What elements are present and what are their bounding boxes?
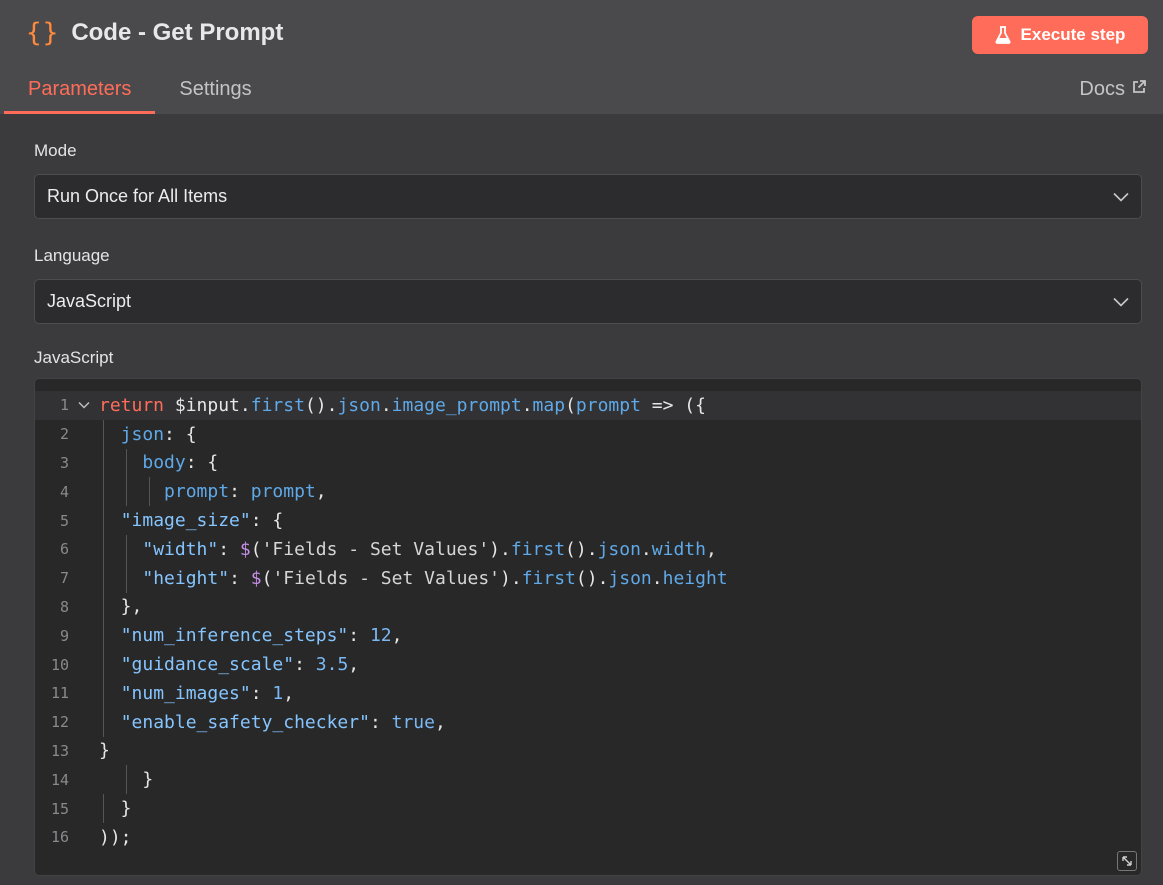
code-text: "num_inference_steps": 12, <box>120 625 403 647</box>
code-text: "image_size": { <box>120 510 284 532</box>
code-line[interactable]: 5 "image_size": { <box>35 506 1141 535</box>
code-line[interactable]: 7 "height": $('Fields - Set Values').fir… <box>35 563 1141 593</box>
code-text: "width": $('Fields - Set Values').first(… <box>142 538 717 560</box>
code-line[interactable]: 2 json: { <box>35 419 1141 449</box>
line-number: 10 <box>50 655 69 674</box>
execute-step-button[interactable]: Execute step <box>972 16 1148 54</box>
indent-guide <box>125 765 127 795</box>
tab-settings[interactable]: Settings <box>155 64 275 114</box>
indent-guide <box>148 477 150 507</box>
code-text: }, <box>99 596 143 618</box>
code-text: )); <box>99 826 132 848</box>
indent-guide <box>103 448 104 478</box>
code-line[interactable]: 9 "num_inference_steps": 12, <box>35 621 1141 651</box>
line-number: 1 <box>59 396 69 415</box>
code-editor[interactable]: 1 return $input.first().json.image_prompt… <box>34 378 1142 876</box>
code-line[interactable]: 16)); <box>35 823 1141 852</box>
code-line[interactable]: 12 "enable_safety_checker": true, <box>35 707 1141 737</box>
code-line[interactable]: 6 "width": $('Fields - Set Values').firs… <box>35 534 1141 564</box>
code-text: "num_images": 1, <box>120 682 295 704</box>
line-number: 15 <box>50 799 69 818</box>
code-line[interactable]: 8 }, <box>35 592 1141 622</box>
indent-guide <box>103 592 104 622</box>
indent-guide <box>103 419 104 449</box>
code-text: body: { <box>142 452 219 474</box>
language-select[interactable]: JavaScript <box>34 279 1142 324</box>
line-number: 2 <box>59 425 69 444</box>
docs-link[interactable]: Docs <box>1079 76 1147 102</box>
line-number: 6 <box>59 540 69 559</box>
line-number: 7 <box>59 569 69 588</box>
code-line[interactable]: 3 body: { <box>35 448 1141 478</box>
indent-guide <box>125 477 127 507</box>
line-number: 11 <box>50 684 69 703</box>
line-number: 3 <box>59 453 69 472</box>
code-text: return $input.first().json.image_prompt.… <box>99 394 706 416</box>
indent-guide <box>103 506 104 535</box>
line-number: 12 <box>50 713 69 732</box>
fold-chevron-icon[interactable] <box>69 401 99 409</box>
mode-select-value: Run Once for All Items <box>47 186 228 206</box>
code-text: } <box>99 740 110 762</box>
indent-guide <box>103 477 104 507</box>
node-header: {} Code - Get Prompt Execute step Parame… <box>0 0 1163 114</box>
code-lines[interactable]: 1 return $input.first().json.image_prompt… <box>35 391 1141 852</box>
code-text: json: { <box>120 423 197 445</box>
chevron-down-icon <box>1113 192 1129 202</box>
flask-icon <box>995 26 1011 44</box>
code-line[interactable]: 15 } <box>35 794 1141 823</box>
mode-label: Mode <box>34 141 77 160</box>
code-text: "enable_safety_checker": true, <box>120 711 446 733</box>
indent-guide <box>103 794 104 823</box>
code-text: "height": $('Fields - Set Values').first… <box>142 567 728 589</box>
code-line[interactable]: 4 prompt: prompt, <box>35 477 1141 507</box>
code-braces-icon: {} <box>26 18 60 48</box>
line-number: 8 <box>59 597 69 616</box>
expand-editor-icon[interactable] <box>1117 851 1137 871</box>
code-text: prompt: prompt, <box>164 481 327 503</box>
indent-guide <box>125 534 127 564</box>
tab-bar: Parameters Settings <box>4 64 276 114</box>
chevron-down-icon <box>1113 297 1129 307</box>
line-number: 14 <box>50 770 69 789</box>
code-editor-label: JavaScript <box>34 348 114 367</box>
code-line[interactable]: 1 return $input.first().json.image_prompt… <box>35 391 1141 420</box>
code-line[interactable]: 11 "num_images": 1, <box>35 678 1141 708</box>
indent-guide <box>103 678 104 708</box>
indent-guide <box>103 563 104 593</box>
line-number: 4 <box>59 482 69 501</box>
line-number: 16 <box>50 828 69 847</box>
docs-label: Docs <box>1079 77 1125 100</box>
line-number: 9 <box>59 626 69 645</box>
code-text: "guidance_scale": 3.5, <box>120 654 360 676</box>
mode-select[interactable]: Run Once for All Items <box>34 174 1142 219</box>
line-number: 5 <box>59 511 69 530</box>
line-number: 13 <box>50 741 69 760</box>
code-line[interactable]: 14 } <box>35 765 1141 795</box>
indent-guide <box>125 563 127 593</box>
indent-guide <box>103 534 104 564</box>
indent-guide <box>103 707 104 737</box>
code-line[interactable]: 10 "guidance_scale": 3.5, <box>35 650 1141 679</box>
indent-guide <box>103 650 104 679</box>
language-label: Language <box>34 246 110 265</box>
indent-guide <box>103 621 104 651</box>
execute-step-label: Execute step <box>1020 25 1126 44</box>
indent-guide <box>125 448 127 478</box>
title-row: {} Code - Get Prompt <box>26 14 283 52</box>
node-title[interactable]: Code - Get Prompt <box>71 19 283 47</box>
code-line[interactable]: 13} <box>35 737 1141 766</box>
language-select-value: JavaScript <box>47 291 132 311</box>
external-link-icon <box>1131 78 1147 101</box>
tab-parameters[interactable]: Parameters <box>4 64 156 114</box>
